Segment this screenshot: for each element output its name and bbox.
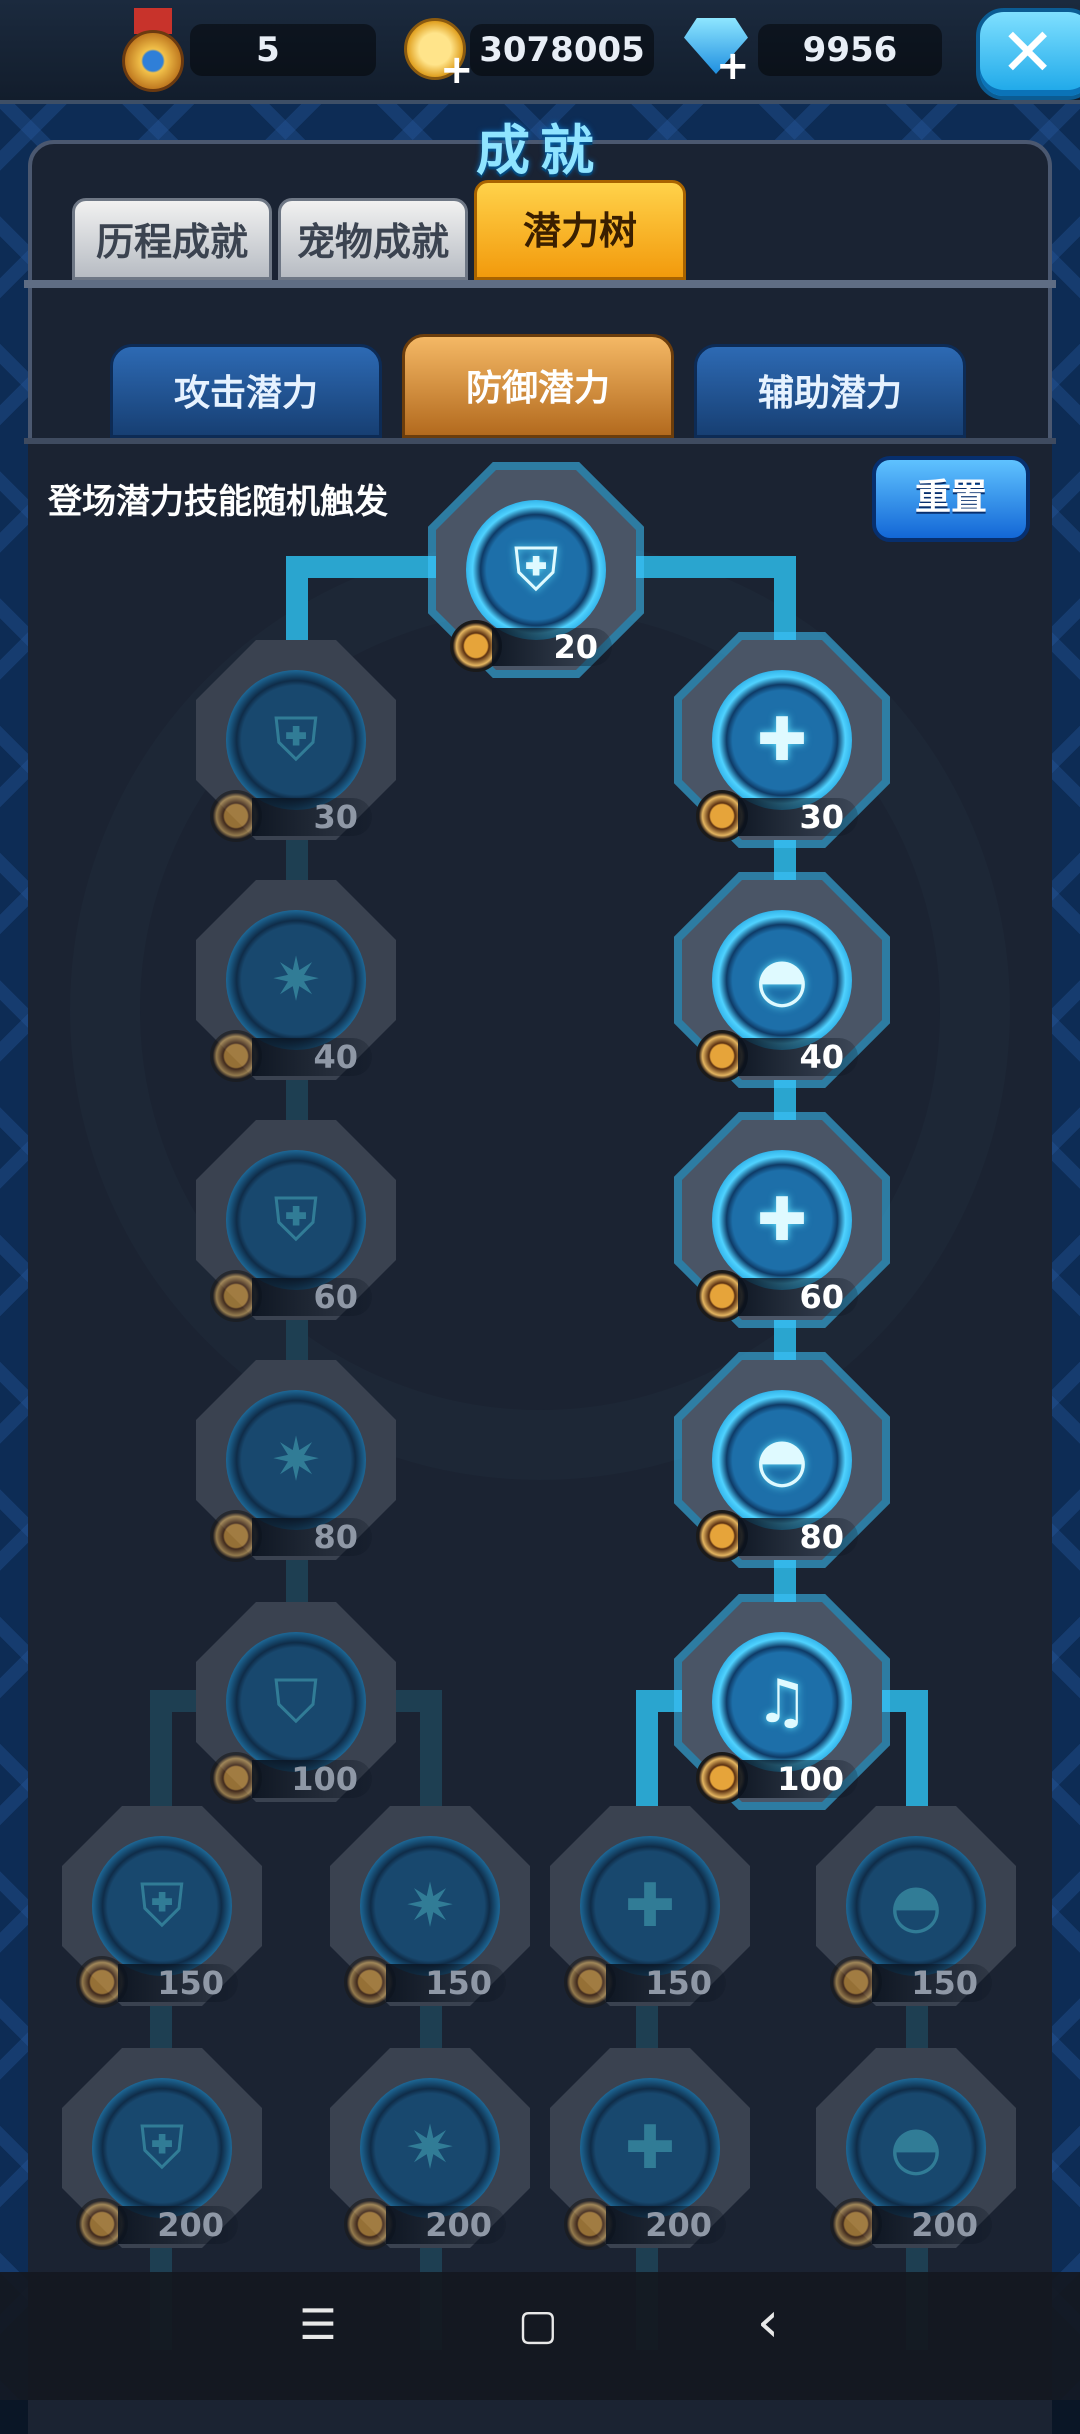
skill-node-200-a[interactable]: ⛨ 200 xyxy=(62,2048,262,2250)
heal-cross-icon: ✚ xyxy=(624,2113,676,2183)
close-button[interactable]: ✕ xyxy=(976,8,1080,100)
dome-icon: ◓ xyxy=(889,1871,943,1941)
gold-add-icon[interactable]: + xyxy=(440,50,474,90)
shield-star-icon: ⛨ xyxy=(139,1871,185,1941)
skill-node-left-80[interactable]: ✷ 80 xyxy=(196,1360,396,1562)
subtab-defense[interactable]: 防御潜力 xyxy=(402,334,674,438)
skill-node-right-80[interactable]: ◓ 80 xyxy=(674,1352,890,1568)
tab-potential-tree[interactable]: 潜力树 xyxy=(474,180,686,280)
skill-node-150-d[interactable]: ◓ 150 xyxy=(816,1806,1016,2008)
gem-add-icon[interactable]: + xyxy=(716,46,750,86)
skill-node-left-40[interactable]: ✷ 40 xyxy=(196,880,396,1082)
connector xyxy=(150,1690,172,2350)
skill-node-150-a[interactable]: ⛨ 150 xyxy=(62,1806,262,2008)
music-note-icon: ♫ xyxy=(755,1667,809,1737)
top-resource-bar: 5 + 3078005 + 9956 xyxy=(0,0,1080,104)
skill-node-right-40[interactable]: ◓ 40 xyxy=(674,872,890,1088)
dome-icon: ◓ xyxy=(889,2113,943,2183)
trigger-hint: 登场潜力技能随机触发 xyxy=(48,482,388,522)
skill-node-200-d[interactable]: ◓ 200 xyxy=(816,2048,1016,2250)
connector xyxy=(636,1690,658,1810)
connector xyxy=(906,1690,928,1810)
skill-node-left-60[interactable]: ⛨ 60 xyxy=(196,1120,396,1322)
burst-shield-icon: ✷ xyxy=(270,945,322,1015)
skill-node-root[interactable]: ⛨ 20 xyxy=(428,462,644,678)
burst-shield-icon: ✷ xyxy=(270,1425,322,1495)
home-icon[interactable]: ▢ xyxy=(508,2300,568,2349)
heal-cross-icon: ✚ xyxy=(756,705,808,775)
tab-progress-achievements[interactable]: 历程成就 xyxy=(72,198,272,280)
skill-node-150-c[interactable]: ✚ 150 xyxy=(550,1806,750,2008)
skill-node-right-60[interactable]: ✚ 60 xyxy=(674,1112,890,1328)
dome-icon: ◓ xyxy=(755,945,809,1015)
medal-count: 5 xyxy=(256,30,280,70)
skill-node-right-100[interactable]: ♫ 100 xyxy=(674,1594,890,1810)
shield-star-icon: ⛨ xyxy=(139,2113,185,2183)
skill-node-200-c[interactable]: ✚ 200 xyxy=(550,2048,750,2250)
heal-cross-icon: ✚ xyxy=(624,1871,676,1941)
tab-pet-achievements[interactable]: 宠物成就 xyxy=(278,198,468,280)
heal-cross-icon: ✚ xyxy=(756,1185,808,1255)
back-icon[interactable]: ‹ xyxy=(738,2290,798,2355)
connector xyxy=(420,1690,442,2350)
shield-star-icon: ⛨ xyxy=(273,705,319,775)
shield-wave-icon: ⛨ xyxy=(513,535,559,605)
burst-shield-icon: ✷ xyxy=(404,2113,456,2183)
close-icon: ✕ xyxy=(1000,14,1056,91)
skill-node-left-30[interactable]: ⛨ 30 xyxy=(196,640,396,842)
tab-divider xyxy=(24,280,1056,288)
skill-node-150-b[interactable]: ✷ 150 xyxy=(330,1806,530,2008)
reset-button[interactable]: 重置 xyxy=(872,456,1030,542)
gem-amount: 9956 xyxy=(802,30,898,70)
medal-icon xyxy=(122,8,184,92)
crest-shield-icon: ⛉ xyxy=(273,1667,319,1737)
page-title: 成就 xyxy=(476,119,604,182)
shield-star-icon: ⛨ xyxy=(273,1185,319,1255)
skill-node-left-100[interactable]: ⛉ 100 xyxy=(196,1602,396,1804)
dome-icon: ◓ xyxy=(755,1425,809,1495)
gold-amount: 3078005 xyxy=(479,30,645,70)
skill-node-right-30[interactable]: ✚ 30 xyxy=(674,632,890,848)
skill-node-200-b[interactable]: ✷ 200 xyxy=(330,2048,530,2250)
burst-shield-icon: ✷ xyxy=(404,1871,456,1941)
menu-icon[interactable]: ☰ xyxy=(288,2300,348,2349)
subtab-attack[interactable]: 攻击潜力 xyxy=(110,344,382,438)
subtab-support[interactable]: 辅助潜力 xyxy=(694,344,966,438)
